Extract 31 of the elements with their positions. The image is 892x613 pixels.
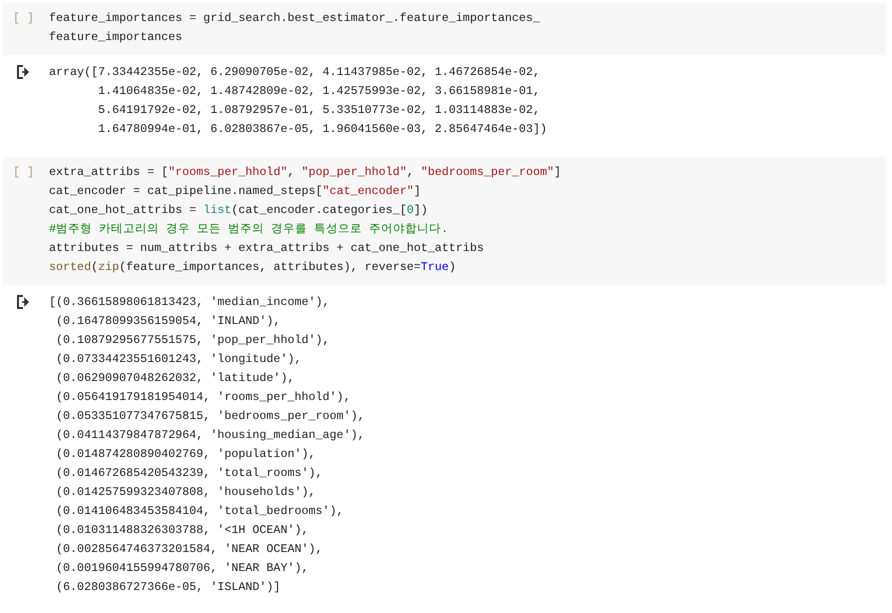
output-line: (0.014106483453584104, 'total_bedrooms'), (55, 503, 344, 520)
output-line: (0.010311488326303788, '<1H OCEAN'), (55, 522, 309, 539)
output-line: (0.053351077347675815, 'bedrooms_per_room'), (55, 408, 365, 425)
output-line: (0.0019604155994780706, 'NEAR BAY'), (55, 560, 309, 577)
output-line: 1.41064835e-02, 1.48742809e-02, 1.42575993e-02, 3.66158981e-01, (97, 83, 540, 100)
output-line: (0.056419179181954014, 'rooms_per_hhold'), (55, 389, 351, 406)
code-line: extra_attribs = ["rooms_per_hhold", "pop_per_hhold", "bedrooms_per_room"] (49, 164, 562, 181)
output-line: (0.0028564746373201584, 'NEAR OCEAN'), (55, 541, 323, 558)
code-line: feature_importances = grid_search.best_estimator_.feature_importances_ (49, 10, 540, 27)
output-line: (0.07334423551601243, 'longitude'), (55, 351, 302, 368)
output-line: (0.16478099356159054, 'INLAND'), (55, 313, 280, 330)
output-line: array([7.33442355e-02, 6.29090705e-02, 4.11437985e-02, 1.46726854e-02, (49, 64, 540, 81)
output-line: (0.014874280890402769, 'population'), (55, 446, 316, 463)
code-line: sorted(zip(feature_importances, attributes), reverse=True) (49, 259, 456, 276)
code-line: #범주형 카테고리의 경우 모든 범주의 경우를 특성으로 주어야합니다. (49, 221, 448, 238)
run-prompt[interactable]: [ ] (13, 163, 49, 182)
code-cell[interactable]: [ ] feature_importances = grid_search.best_estimator_.feature_importances_ feature_importances (3, 3, 886, 55)
output-line: (6.0280386727366e-05, 'ISLAND')] (55, 579, 280, 596)
output-line: (0.04114379847872964, 'housing_median_age'), (55, 427, 365, 444)
code-line: attributes = num_attribs + extra_attribs + cat_one_hot_attribs (49, 240, 484, 257)
output-line: [(0.36615898061813423, 'median_income'), (49, 294, 330, 311)
code-line: cat_encoder = cat_pipeline.named_steps["cat_encoder"] (49, 183, 421, 200)
output-line: 1.64780994e-01, 6.02803867e-05, 1.96041560e-03, 2.85647464e-03]) (97, 121, 547, 138)
output-line: (0.10879295677551575, 'pop_per_hhold'), (55, 332, 330, 349)
output-line: (0.014672685420543239, 'total_rooms'), (55, 465, 323, 482)
code-line: cat_one_hot_attribs = list(cat_encoder.categories_[0]) (49, 202, 428, 219)
output-line: (0.014257599323407808, 'households'), (55, 484, 316, 501)
output-line: 5.64191792e-02, 1.08792957e-01, 5.33510773e-02, 1.03114883e-02, (97, 102, 540, 119)
output-line: (0.06290907048262032, 'latitude'), (55, 370, 294, 387)
run-prompt[interactable]: [ ] (13, 9, 49, 28)
code-line: feature_importances (49, 29, 182, 46)
